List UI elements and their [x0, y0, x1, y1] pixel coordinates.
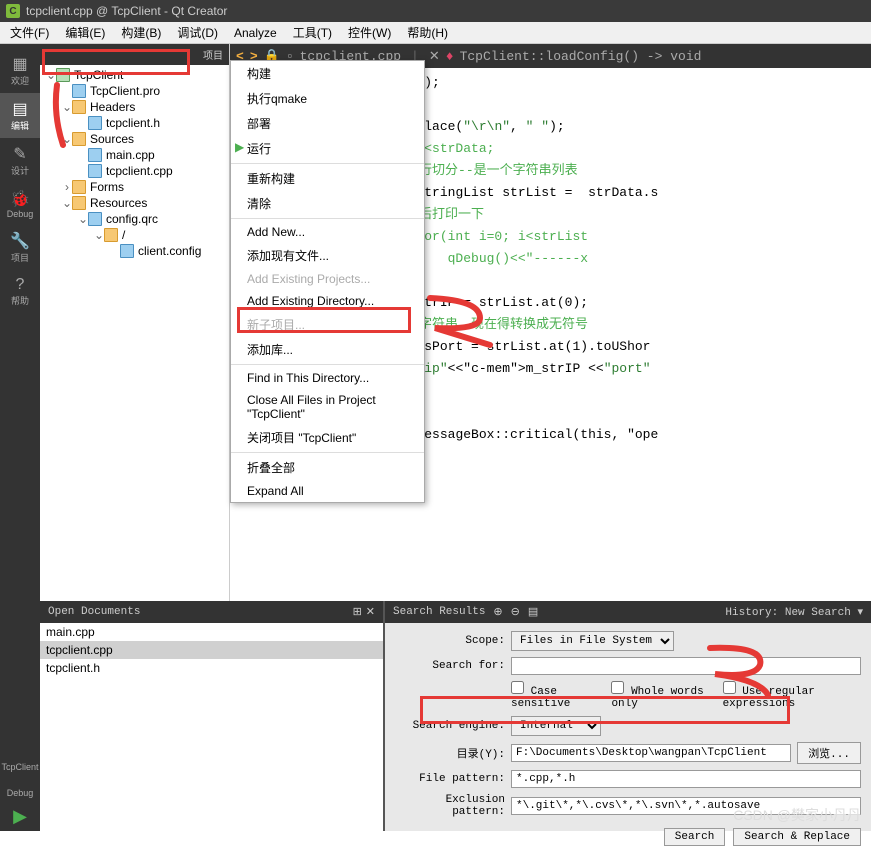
scope-label: Scope:	[395, 635, 505, 647]
pattern-input[interactable]	[511, 770, 861, 788]
history-label: History:	[725, 607, 778, 619]
menu-item[interactable]: Analyze	[228, 24, 283, 42]
search-for-input[interactable]	[511, 657, 861, 675]
filter-icon[interactable]: ▤	[528, 605, 538, 619]
menu-item[interactable]: Expand All	[231, 480, 424, 502]
tree-node[interactable]: ⌄/	[40, 227, 229, 243]
search-for-label: Search for:	[395, 660, 505, 672]
dir-label: 目录(Y):	[395, 745, 505, 761]
mode-设计[interactable]: ✎设计	[0, 138, 40, 183]
run-button[interactable]: ▶	[0, 802, 40, 831]
open-doc-item[interactable]: tcpclient.cpp	[40, 641, 383, 659]
tree-node[interactable]: tcpclient.h	[40, 115, 229, 131]
menu-item[interactable]: 工具(T)	[287, 22, 338, 43]
project-header: 项目	[40, 44, 229, 65]
engine-select[interactable]: Internal	[511, 716, 601, 736]
open-docs-title: Open Documents	[48, 606, 140, 618]
menu-item[interactable]: 文件(F)	[4, 22, 55, 43]
app-logo-icon: C	[6, 4, 20, 18]
menu-item[interactable]: 添加库...	[231, 337, 424, 362]
mode-Debug[interactable]: 🐞Debug	[0, 183, 40, 225]
tree-node[interactable]: tcpclient.cpp	[40, 163, 229, 179]
tree-node[interactable]: ⌄Resources	[40, 195, 229, 211]
menu-item[interactable]: 执行qmake	[231, 86, 424, 111]
expand-icon[interactable]: ⊕	[493, 605, 502, 619]
config-TcpClient[interactable]: TcpClient	[0, 758, 40, 776]
menu-item[interactable]: 部署	[231, 111, 424, 136]
menu-item: 新子项目...	[231, 312, 424, 337]
mode-sidebar: ▦欢迎▤编辑✎设计🐞Debug🔧项目?帮助 TcpClient Debug▶	[0, 44, 40, 831]
chevron-down-icon[interactable]: ▾	[857, 607, 863, 619]
tree-node[interactable]: ⌄TcpClient	[40, 67, 229, 83]
menu-item[interactable]: 控件(W)	[342, 22, 397, 43]
mode-项目[interactable]: 🔧项目	[0, 225, 40, 270]
tree-node[interactable]: TcpClient.pro	[40, 83, 229, 99]
open-doc-item[interactable]: tcpclient.h	[40, 659, 383, 677]
search-panel-title: Search Results	[393, 606, 485, 618]
menu-item[interactable]: 调试(D)	[171, 22, 224, 43]
menu-item[interactable]: 清除	[231, 191, 424, 216]
pattern-label: File pattern:	[395, 773, 505, 785]
breadcrumb[interactable]: TcpClient::loadConfig() -> void	[460, 49, 702, 64]
mode-帮助[interactable]: ?帮助	[0, 270, 40, 313]
tree-node[interactable]: client.config	[40, 243, 229, 259]
dir-input[interactable]	[511, 744, 791, 762]
menu-item[interactable]: 帮助(H)	[401, 22, 454, 43]
wholeword-checkbox[interactable]: Whole words only	[611, 681, 712, 710]
tree-node[interactable]: ›Forms	[40, 179, 229, 195]
browse-button[interactable]: 浏览...	[797, 742, 861, 764]
menu-item[interactable]: Close All Files in Project "TcpClient"	[231, 389, 424, 425]
context-menu[interactable]: 构建执行qmake部署▶运行重新构建清除Add New...添加现有文件...A…	[230, 60, 425, 503]
search-results-panel: Search Results ⊕ ⊖ ▤ History: New Search…	[385, 601, 871, 831]
regex-checkbox[interactable]: Use regular expressions	[723, 681, 861, 710]
open-documents-panel: Open Documents ⊞ ✕ main.cpptcpclient.cpp…	[40, 601, 385, 831]
menu-item[interactable]: 编辑(E)	[59, 22, 111, 43]
menu-item: Add Existing Projects...	[231, 268, 424, 290]
collapse-icon[interactable]: ⊖	[511, 605, 520, 619]
project-tree[interactable]: ⌄TcpClientTcpClient.pro⌄Headerstcpclient…	[40, 65, 229, 261]
open-docs-list[interactable]: main.cpptcpclient.cpptcpclient.h	[40, 623, 383, 831]
project-pane: 项目 ⌄TcpClientTcpClient.pro⌄Headerstcpcli…	[40, 44, 230, 601]
engine-label: Search engine:	[395, 720, 505, 732]
tree-node[interactable]: ⌄Headers	[40, 99, 229, 115]
open-doc-item[interactable]: main.cpp	[40, 623, 383, 641]
watermark: CSDN @樊家小丹丹	[733, 805, 861, 825]
tree-node[interactable]: ⌄Sources	[40, 131, 229, 147]
history-value[interactable]: New Search	[785, 607, 851, 619]
config-[interactable]	[0, 776, 40, 784]
menu-item[interactable]: 构建(B)	[115, 22, 167, 43]
menu-item[interactable]: Add New...	[231, 221, 424, 243]
tree-node[interactable]: main.cpp	[40, 147, 229, 163]
menu-bar: 文件(F)编辑(E)构建(B)调试(D)Analyze工具(T)控件(W)帮助(…	[0, 22, 871, 44]
tree-node[interactable]: ⌄config.qrc	[40, 211, 229, 227]
excl-label: Exclusion pattern:	[395, 794, 505, 818]
case-checkbox[interactable]: Case sensitive	[511, 681, 601, 710]
title-bar: C tcpclient.cpp @ TcpClient - Qt Creator	[0, 0, 871, 22]
menu-item[interactable]: 构建	[231, 61, 424, 86]
window-title: tcpclient.cpp @ TcpClient - Qt Creator	[26, 4, 227, 18]
menu-item[interactable]: 折叠全部	[231, 455, 424, 480]
close-panel-icon[interactable]: ✕	[366, 605, 375, 619]
menu-item[interactable]: ▶运行	[231, 136, 424, 161]
mode-编辑[interactable]: ▤编辑	[0, 93, 40, 138]
mode-欢迎[interactable]: ▦欢迎	[0, 48, 40, 93]
split-icon[interactable]: ⊞	[353, 605, 362, 619]
menu-item[interactable]: 重新构建	[231, 166, 424, 191]
config-Debug[interactable]: Debug	[0, 784, 40, 802]
menu-item[interactable]: 添加现有文件...	[231, 243, 424, 268]
menu-item[interactable]: 关闭项目 "TcpClient"	[231, 425, 424, 450]
menu-item[interactable]: Add Existing Directory...	[231, 290, 424, 312]
func-icon: ♦	[446, 49, 454, 64]
close-tab-icon[interactable]: ✕	[429, 49, 440, 64]
scope-select[interactable]: Files in File System	[511, 631, 674, 651]
menu-item[interactable]: Find in This Directory...	[231, 367, 424, 389]
